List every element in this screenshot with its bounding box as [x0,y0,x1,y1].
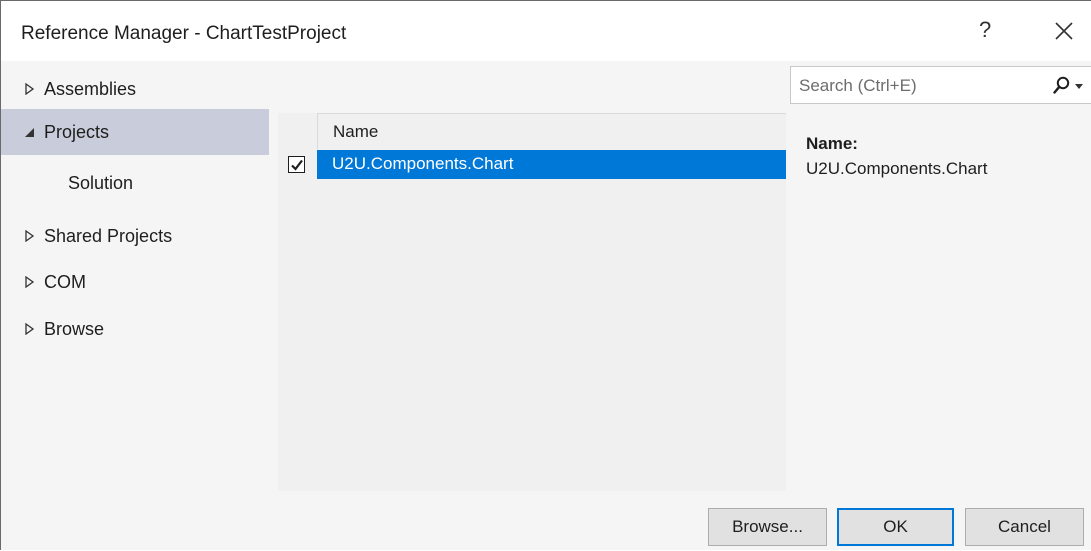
list-header: Name [278,113,786,149]
check-cell [278,150,317,179]
nav-item-label: Browse [44,319,105,339]
category-nav: Assemblies Projects Solution Shared Proj… [1,61,269,491]
detail-name-label: Name: [806,134,858,153]
nav-item-label: Solution [68,173,134,193]
search-box[interactable] [790,66,1091,104]
search-input[interactable] [799,75,1039,97]
triangle-right-icon[interactable] [23,230,35,242]
nav-item-browse[interactable]: Browse [1,306,269,352]
nav-item-projects[interactable]: Projects [1,109,269,155]
table-row[interactable]: U2U.Components.Chart [278,150,786,179]
close-icon[interactable] [1054,21,1074,41]
nav-item-label: COM [44,272,86,292]
checkmark-icon [290,159,303,171]
nav-item-solution[interactable]: Solution [1,160,269,206]
help-icon[interactable]: ? [979,17,991,43]
nav-item-shared-projects[interactable]: Shared Projects [1,213,269,259]
project-list: Name U2U.Components.Chart [278,113,786,491]
nav-item-assemblies[interactable]: Assemblies [1,66,269,112]
nav-item-com[interactable]: COM [1,259,269,305]
include-checkbox[interactable] [288,156,305,173]
title-bar: Reference Manager - ChartTestProject ? [1,1,1091,61]
button-bar: Browse... OK Cancel [1,491,1091,551]
triangle-right-icon[interactable] [23,276,35,288]
chevron-down-icon[interactable] [1075,84,1083,89]
triangle-down-icon[interactable] [23,126,35,138]
header-divider [318,113,786,114]
ok-button[interactable]: OK [837,508,954,546]
row-name-cell[interactable]: U2U.Components.Chart [317,150,786,179]
window-title: Reference Manager - ChartTestProject [21,23,347,44]
triangle-right-icon[interactable] [23,323,35,335]
reference-manager-dialog: Reference Manager - ChartTestProject ? A… [0,0,1091,550]
column-separator[interactable] [317,113,318,149]
project-name: U2U.Components.Chart [332,154,514,173]
browse-button[interactable]: Browse... [708,508,827,546]
details-pane: Name: U2U.Components.Chart [790,113,1091,491]
nav-item-label: Assemblies [44,79,137,99]
cancel-button[interactable]: Cancel [965,508,1084,546]
triangle-right-icon[interactable] [23,83,35,95]
nav-item-label: Shared Projects [44,226,173,246]
column-header-name[interactable]: Name [333,122,378,142]
nav-item-label: Projects [44,122,110,142]
detail-name-value: U2U.Components.Chart [806,159,988,178]
search-icon[interactable] [1053,76,1071,96]
